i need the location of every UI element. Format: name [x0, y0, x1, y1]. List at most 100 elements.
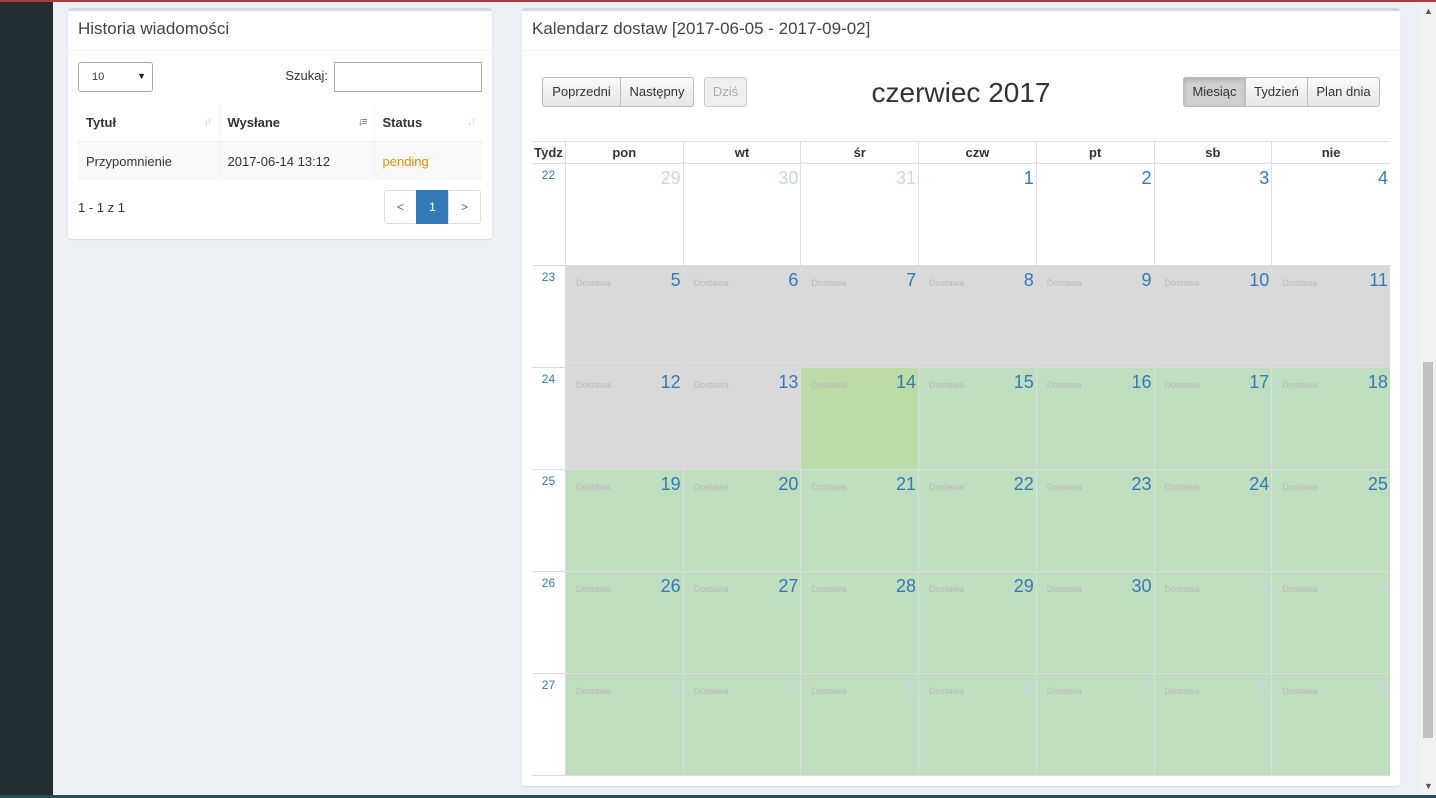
- day-number[interactable]: 29: [1014, 576, 1034, 597]
- day-number[interactable]: 18: [1368, 372, 1388, 393]
- delivery-event[interactable]: Dostawa: [576, 686, 611, 696]
- week-number[interactable]: 25: [532, 470, 566, 571]
- day-number[interactable]: 30: [778, 168, 798, 189]
- today-button[interactable]: Dziś: [704, 77, 747, 107]
- week-view-button[interactable]: Tydzień: [1245, 77, 1308, 107]
- day-number[interactable]: 6: [1024, 678, 1034, 699]
- delivery-event[interactable]: Dostawa: [1047, 686, 1082, 696]
- delivery-event[interactable]: Dostawa: [929, 278, 964, 288]
- calendar-day-cell[interactable]: Dostawa 21: [801, 470, 920, 571]
- delivery-event[interactable]: Dostawa: [811, 482, 846, 492]
- calendar-day-cell[interactable]: Dostawa 16: [1036, 368, 1155, 469]
- calendar-day-cell[interactable]: Dostawa 22: [919, 470, 1037, 571]
- day-number[interactable]: 23: [1131, 474, 1151, 495]
- week-number[interactable]: 22: [532, 164, 566, 265]
- calendar-day-cell[interactable]: Dostawa 12: [565, 368, 684, 469]
- delivery-event[interactable]: Dostawa: [694, 584, 729, 594]
- calendar-day-cell[interactable]: Dostawa 3: [565, 674, 684, 775]
- day-number[interactable]: 2: [1142, 168, 1152, 189]
- next-button[interactable]: Następny: [620, 77, 694, 107]
- prev-button[interactable]: Poprzedni: [542, 77, 621, 107]
- day-number[interactable]: 29: [661, 168, 681, 189]
- day-number[interactable]: 7: [1142, 678, 1152, 699]
- day-number[interactable]: 5: [906, 678, 916, 699]
- day-number[interactable]: 19: [661, 474, 681, 495]
- day-number[interactable]: 14: [896, 372, 916, 393]
- delivery-event[interactable]: Dostawa: [929, 380, 964, 390]
- delivery-event[interactable]: Dostawa: [694, 482, 729, 492]
- day-number[interactable]: 24: [1249, 474, 1269, 495]
- day-number[interactable]: 8: [1259, 678, 1269, 699]
- delivery-event[interactable]: Dostawa: [1165, 584, 1200, 594]
- day-number[interactable]: 16: [1131, 372, 1151, 393]
- delivery-event[interactable]: Dostawa: [929, 686, 964, 696]
- calendar-day-cell[interactable]: 31: [801, 164, 920, 265]
- delivery-event[interactable]: Dostawa: [1282, 380, 1317, 390]
- calendar-day-cell[interactable]: Dostawa 11: [1272, 266, 1390, 367]
- column-header-title[interactable]: Tytuł ↓↑: [78, 104, 220, 143]
- delivery-event[interactable]: Dostawa: [1047, 278, 1082, 288]
- table-row[interactable]: Przypomnienie 2017-06-14 13:12 pending: [78, 142, 482, 180]
- delivery-event[interactable]: Dostawa: [694, 686, 729, 696]
- day-number[interactable]: 30: [1131, 576, 1151, 597]
- delivery-event[interactable]: Dostawa: [811, 584, 846, 594]
- day-number[interactable]: 3: [1259, 168, 1269, 189]
- day-number[interactable]: 2: [1378, 576, 1388, 597]
- calendar-day-cell[interactable]: Dostawa 30: [1036, 572, 1155, 673]
- delivery-event[interactable]: Dostawa: [929, 584, 964, 594]
- calendar-day-cell[interactable]: Dostawa 9: [1272, 674, 1390, 775]
- scrollbar-thumb[interactable]: [1423, 362, 1433, 738]
- delivery-event[interactable]: Dostawa: [1047, 584, 1082, 594]
- day-number[interactable]: 26: [661, 576, 681, 597]
- day-number[interactable]: 4: [788, 678, 798, 699]
- calendar-day-cell[interactable]: Dostawa 1: [1154, 572, 1273, 673]
- week-number[interactable]: 24: [532, 368, 566, 469]
- day-number[interactable]: 17: [1249, 372, 1269, 393]
- calendar-day-cell[interactable]: Dostawa 17: [1154, 368, 1273, 469]
- calendar-day-cell[interactable]: 4: [1272, 164, 1390, 265]
- column-header-sent[interactable]: Wysłane ↓≡: [219, 104, 375, 143]
- day-number[interactable]: 25: [1368, 474, 1388, 495]
- delivery-event[interactable]: Dostawa: [576, 278, 611, 288]
- scroll-down-icon[interactable]: ▼: [1424, 781, 1433, 791]
- day-number[interactable]: 7: [906, 270, 916, 291]
- calendar-day-cell[interactable]: 29: [566, 164, 684, 265]
- calendar-day-cell[interactable]: Dostawa 7: [801, 266, 920, 367]
- calendar-day-cell[interactable]: Dostawa 15: [919, 368, 1037, 469]
- delivery-event[interactable]: Dostawa: [1282, 686, 1317, 696]
- column-header-status[interactable]: Status ↓↑: [374, 104, 482, 143]
- delivery-event[interactable]: Dostawa: [1282, 482, 1317, 492]
- calendar-day-cell[interactable]: Dostawa 10: [1154, 266, 1273, 367]
- month-view-button[interactable]: Miesiąc: [1183, 77, 1246, 107]
- delivery-event[interactable]: Dostawa: [1047, 380, 1082, 390]
- calendar-day-cell[interactable]: Dostawa 23: [1036, 470, 1155, 571]
- calendar-day-cell[interactable]: Dostawa 26: [565, 572, 684, 673]
- calendar-day-cell[interactable]: Dostawa 13: [683, 368, 802, 469]
- delivery-event[interactable]: Dostawa: [1165, 380, 1200, 390]
- delivery-event[interactable]: Dostawa: [694, 380, 729, 390]
- calendar-day-cell[interactable]: Dostawa 19: [565, 470, 684, 571]
- day-view-button[interactable]: Plan dnia: [1307, 77, 1380, 107]
- calendar-day-cell[interactable]: 30: [684, 164, 802, 265]
- scroll-up-icon[interactable]: ▲: [1424, 6, 1433, 16]
- delivery-event[interactable]: Dostawa: [1165, 686, 1200, 696]
- calendar-day-cell[interactable]: Dostawa 27: [683, 572, 802, 673]
- delivery-event[interactable]: Dostawa: [811, 686, 846, 696]
- calendar-day-cell[interactable]: Dostawa 24: [1154, 470, 1273, 571]
- calendar-day-cell[interactable]: Dostawa 4: [683, 674, 802, 775]
- day-number[interactable]: 3: [671, 678, 681, 699]
- calendar-day-cell[interactable]: Dostawa 18: [1272, 368, 1390, 469]
- calendar-day-cell[interactable]: Dostawa 5: [801, 674, 920, 775]
- calendar-day-cell[interactable]: Dostawa 14: [801, 368, 920, 469]
- calendar-day-cell[interactable]: Dostawa 8: [919, 266, 1037, 367]
- pager-page-button[interactable]: 1: [416, 190, 449, 224]
- week-number[interactable]: 23: [532, 266, 566, 367]
- delivery-event[interactable]: Dostawa: [1165, 278, 1200, 288]
- delivery-event[interactable]: Dostawa: [694, 278, 729, 288]
- day-number[interactable]: 13: [778, 372, 798, 393]
- vertical-scrollbar[interactable]: ▲ ▼: [1420, 2, 1436, 795]
- day-number[interactable]: 12: [661, 372, 681, 393]
- calendar-day-cell[interactable]: Dostawa 8: [1154, 674, 1273, 775]
- delivery-event[interactable]: Dostawa: [929, 482, 964, 492]
- delivery-event[interactable]: Dostawa: [576, 380, 611, 390]
